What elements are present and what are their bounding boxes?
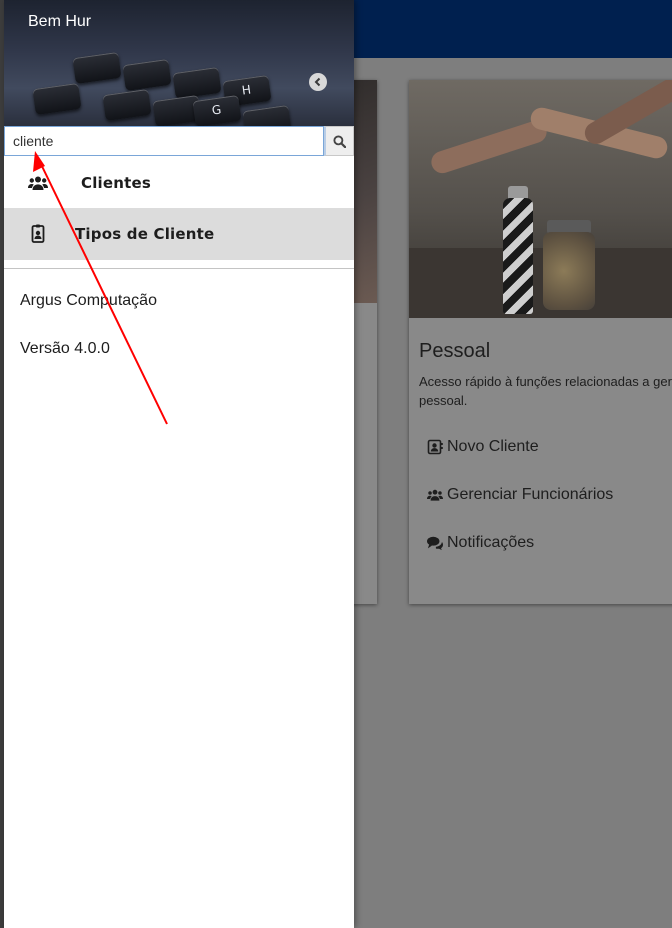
manage-employees-label: Gerenciar Funcionários bbox=[447, 486, 614, 503]
card-title: Pessoal bbox=[419, 340, 491, 362]
drawer-header-keyboard-image: H G Bem Hur bbox=[4, 0, 354, 126]
id-badge-icon bbox=[28, 224, 48, 244]
menu-item-tipos-de-cliente[interactable]: Tipos de Cliente bbox=[4, 208, 354, 260]
new-client-link[interactable]: Novo Cliente bbox=[427, 438, 539, 456]
app-version: Versão 4.0.0 bbox=[20, 340, 110, 357]
search-button[interactable] bbox=[324, 126, 354, 156]
user-greeting: Bem Hur bbox=[28, 13, 92, 30]
collapse-drawer-button[interactable] bbox=[309, 73, 327, 91]
notifications-link[interactable]: Notificações bbox=[427, 534, 534, 552]
new-client-label: Novo Cliente bbox=[447, 438, 539, 455]
navigation-drawer: H G Bem Hur Clientes Tipos de Cliente Ar… bbox=[4, 0, 354, 928]
menu-item-label: Tipos de Cliente bbox=[75, 225, 215, 243]
chevron-left-icon bbox=[314, 77, 321, 87]
menu-search bbox=[4, 126, 354, 156]
keycap-g: G bbox=[210, 102, 223, 118]
comments-icon bbox=[427, 536, 443, 551]
menu-item-label: Clientes bbox=[81, 174, 152, 192]
card-image-teamwork bbox=[409, 80, 672, 318]
keycap-h: H bbox=[240, 82, 252, 98]
dashboard-card-personnel: Pessoal Acesso rápido à funções relacion… bbox=[409, 80, 672, 604]
menu-item-clientes[interactable]: Clientes bbox=[4, 157, 354, 209]
drawer-divider bbox=[4, 268, 354, 269]
search-icon bbox=[333, 134, 346, 148]
manage-employees-link[interactable]: Gerenciar Funcionários bbox=[427, 486, 613, 504]
users-icon bbox=[427, 489, 443, 501]
company-name: Argus Computação bbox=[20, 292, 157, 309]
users-icon bbox=[28, 173, 48, 193]
contact-card-icon bbox=[427, 439, 443, 455]
card-description: Acesso rápido à funções relacionadas a g… bbox=[419, 374, 672, 408]
notifications-label: Notificações bbox=[447, 534, 535, 551]
menu-search-input[interactable] bbox=[4, 126, 324, 156]
